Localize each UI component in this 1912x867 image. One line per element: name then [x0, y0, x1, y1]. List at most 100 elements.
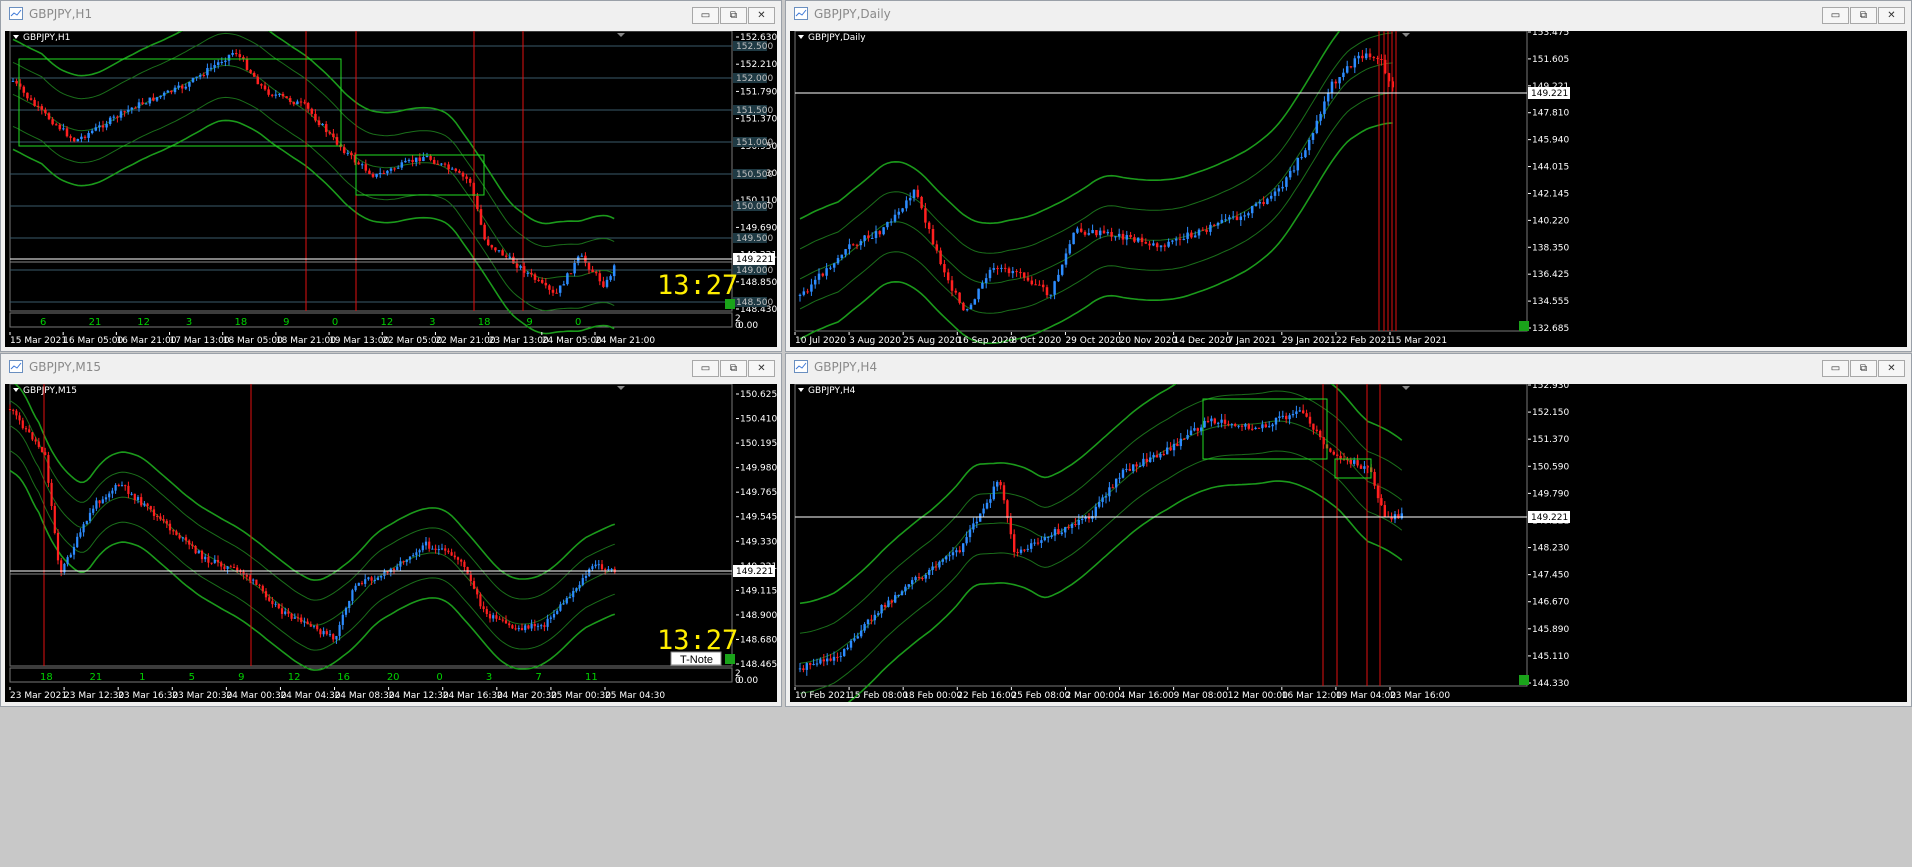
candle-body: [836, 656, 839, 658]
close-button[interactable]: ✕: [1878, 7, 1905, 24]
price-chart[interactable]: GBPJPY,H4 152.930 152.150 151.370 150.590 14…: [790, 384, 1907, 702]
collapse-triangle-icon[interactable]: [13, 388, 19, 392]
collapse-triangle-icon[interactable]: [798, 388, 804, 392]
trade-indicator-icon[interactable]: [1519, 675, 1529, 685]
chart-area[interactable]: GBPJPY,Daily 153.475 151.605 149.221 147.81…: [790, 31, 1907, 347]
candle-body: [973, 299, 977, 305]
time-label: 24 Mar 05:00: [542, 336, 602, 346]
time-label: 15 Feb 08:00: [849, 691, 908, 701]
candle-body: [396, 167, 400, 169]
chart-area[interactable]: GBPJPY,H4 152.930 152.150 151.370 150.590 14…: [790, 384, 1907, 702]
candle-body: [220, 562, 223, 567]
minimize-button[interactable]: ▭: [692, 360, 719, 377]
candle-body: [1363, 466, 1366, 469]
candle-body: [90, 130, 94, 134]
window-gbpjpy-m15[interactable]: GBPJPY,M15 ▭ ⧉ ✕ GBPJPY,M15 150.625 150.4…: [0, 353, 782, 707]
time-label: 20 Nov 2020: [1120, 336, 1178, 346]
level-label: 152.500: [736, 42, 773, 52]
candle-body: [227, 54, 231, 61]
candle-body: [950, 280, 954, 291]
shift-marker-icon[interactable]: [1402, 386, 1410, 390]
trade-indicator-icon[interactable]: [1519, 321, 1529, 331]
candle-body: [332, 634, 335, 640]
candle-body: [1353, 460, 1356, 464]
candle-body: [1380, 498, 1383, 506]
window-gbpjpy-daily[interactable]: GBPJPY,Daily ▭ ⧉ ✕ GBPJPY,Daily 153.475 1…: [785, 0, 1912, 352]
time-label: 17 Mar 13:00: [170, 336, 230, 346]
band-line: [799, 32, 1393, 254]
close-button[interactable]: ✕: [748, 360, 775, 377]
candle-body: [958, 550, 961, 553]
trade-indicator-icon[interactable]: [725, 299, 735, 309]
candle-body: [972, 523, 975, 530]
candle-body: [562, 284, 566, 286]
candle-body: [1148, 243, 1151, 246]
candle-body: [1247, 213, 1250, 216]
restore-button[interactable]: ⧉: [1850, 360, 1877, 377]
price-chart[interactable]: GBPJPY,H1 152.630152.210151.790151.37015…: [5, 31, 777, 347]
close-button[interactable]: ✕: [1878, 360, 1905, 377]
candle-body: [566, 273, 569, 285]
shift-marker-icon[interactable]: [617, 33, 625, 37]
candle-body: [378, 173, 382, 175]
window-titlebar[interactable]: GBPJPY,Daily ▭ ⧉ ✕: [786, 1, 1911, 27]
shift-marker-icon[interactable]: [617, 386, 625, 390]
time-label: 18 Feb 00:00: [903, 691, 962, 701]
price-label: 152.930: [1532, 384, 1569, 391]
candle-body: [319, 629, 322, 635]
window-titlebar[interactable]: GBPJPY,M15 ▭ ⧉ ✕: [1, 354, 781, 380]
candle-body: [1364, 53, 1368, 59]
window-gbpjpy-h1[interactable]: GBPJPY,H1 ▭ ⧉ ✕ GBPJPY,H1 152.630 152.210…: [0, 0, 782, 352]
close-button[interactable]: ✕: [748, 7, 775, 24]
minimize-button[interactable]: ▭: [692, 7, 719, 24]
current-price: 149.221: [1531, 89, 1568, 99]
candle-body: [989, 499, 992, 503]
candle-body: [917, 577, 921, 579]
candle-body: [1083, 231, 1087, 235]
restore-button[interactable]: ⧉: [720, 7, 747, 24]
time-label: 4 Mar 16:00: [1120, 691, 1175, 701]
candle-body: [992, 486, 995, 500]
candle-body: [907, 584, 910, 587]
current-price: 149.221: [736, 567, 773, 577]
window-title: GBPJPY,H1: [29, 7, 93, 21]
chart-area[interactable]: GBPJPY,M15 150.625 150.410 150.195 149.980 1…: [5, 384, 777, 702]
price-label: 136.425: [1532, 270, 1569, 280]
window-gbpjpy-h4[interactable]: GBPJPY,H4 ▭ ⧉ ✕ GBPJPY,H4 152.930 152.150…: [785, 353, 1912, 707]
candle-body: [912, 189, 916, 198]
candle-body: [877, 613, 880, 615]
candle-body: [252, 72, 256, 77]
candle-body: [855, 244, 859, 246]
price-label: 146.670: [1532, 598, 1569, 608]
minimize-button[interactable]: ▭: [1822, 7, 1849, 24]
candle-body: [894, 595, 897, 603]
shift-marker-icon[interactable]: [1402, 33, 1410, 37]
collapse-triangle-icon[interactable]: [798, 35, 804, 39]
price-chart[interactable]: GBPJPY,Daily 153.475 151.605 149.221 147.81…: [790, 31, 1907, 347]
candle-body: [1292, 170, 1296, 172]
restore-button[interactable]: ⧉: [1850, 7, 1877, 24]
candle-body: [1009, 517, 1012, 535]
candle-body: [1125, 468, 1128, 470]
chart-area[interactable]: GBPJPY,H1 152.630152.210151.790151.37015…: [5, 31, 777, 347]
restore-button[interactable]: ⧉: [720, 360, 747, 377]
price-label: 148.680: [740, 635, 777, 645]
window-titlebar[interactable]: GBPJPY,H1 ▭ ⧉ ✕: [1, 1, 781, 27]
candle-body: [1254, 427, 1257, 430]
collapse-triangle-icon[interactable]: [13, 35, 19, 39]
candle-body: [1070, 523, 1074, 528]
time-label: 19 Mar 04:00: [1336, 691, 1396, 701]
candle-body: [928, 569, 931, 575]
candle-body: [1189, 430, 1193, 436]
window-title: GBPJPY,H4: [814, 360, 878, 374]
window-titlebar[interactable]: GBPJPY,H4 ▭ ⧉ ✕: [786, 354, 1911, 380]
price-chart[interactable]: GBPJPY,M15 150.625150.410150.195149.9801…: [5, 384, 777, 702]
candle-body: [143, 503, 146, 506]
bollinger-bands: [9, 384, 616, 671]
time-label: 22 Feb 16:00: [957, 691, 1016, 701]
candle-body: [191, 77, 195, 83]
candle-body: [806, 291, 809, 293]
minimize-button[interactable]: ▭: [1822, 360, 1849, 377]
trade-indicator-icon[interactable]: [725, 654, 735, 664]
candle-body: [1285, 177, 1288, 187]
